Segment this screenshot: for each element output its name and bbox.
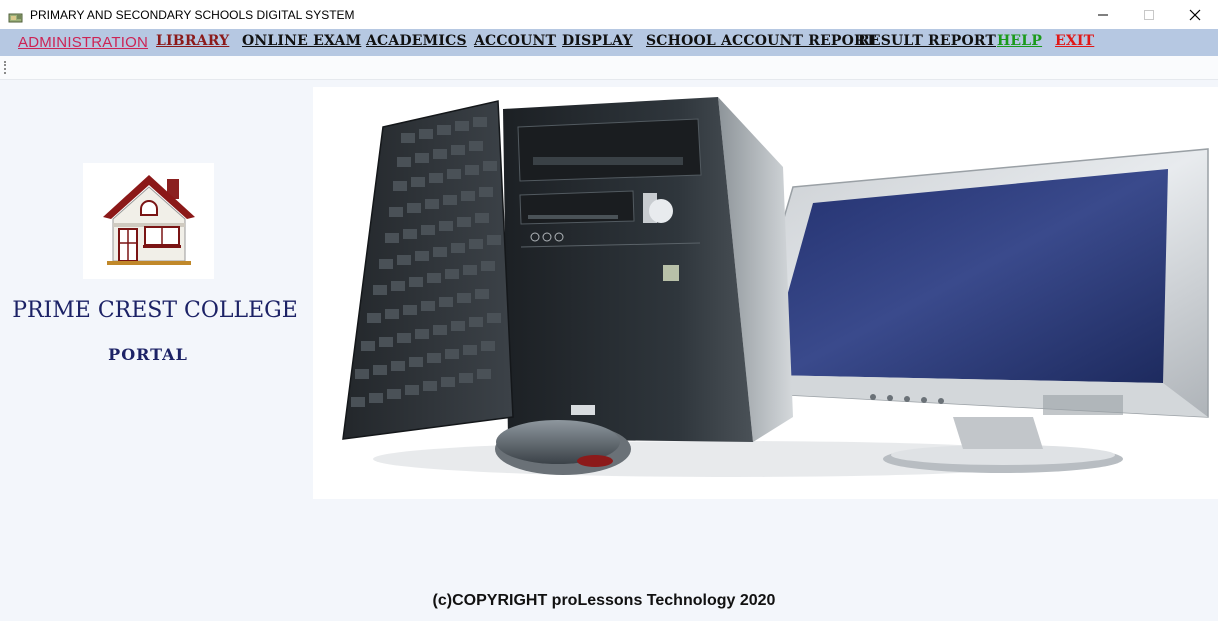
close-icon (1189, 9, 1201, 20)
maximize-icon (1144, 9, 1154, 20)
menu-help[interactable]: HELP (997, 33, 1042, 49)
menu-school-account-report[interactable]: SCHOOL ACCOUNT REPORT (646, 33, 876, 49)
app-icon (8, 9, 24, 22)
menu-display[interactable]: DISPLAY (562, 33, 633, 49)
copyright-label: (c)COPYRIGHT proLessons Technology 2020 (432, 592, 776, 609)
toolbar (0, 56, 1218, 80)
title-bar: PRIMARY AND SECONDARY SCHOOLS DIGITAL SY… (0, 0, 1218, 29)
menu-result-report[interactable]: RESULT REPORT (858, 33, 996, 49)
window-controls (1080, 0, 1218, 29)
menu-exit[interactable]: EXIT (1055, 33, 1094, 49)
portal-label: PORTAL (108, 345, 188, 364)
minimize-button[interactable] (1080, 0, 1126, 29)
house-icon (103, 175, 195, 265)
menu-account[interactable]: ACCOUNT (474, 33, 556, 49)
maximize-button[interactable] (1126, 0, 1172, 29)
toolbar-grip[interactable] (4, 61, 6, 74)
window-title: PRIMARY AND SECONDARY SCHOOLS DIGITAL SY… (30, 7, 355, 22)
desktop-computer-image (342, 97, 1209, 477)
copyright-text: (c)COPYRIGHT proLessons Technology 2020 (0, 592, 1218, 610)
hero-image (313, 87, 1218, 499)
college-name: PRIME CREST COLLEGE (12, 298, 298, 323)
minimize-icon (1098, 14, 1108, 15)
menu-academics[interactable]: ACADEMICS (366, 33, 467, 49)
menu-administration[interactable]: ADMINISTRATION (18, 34, 148, 51)
menu-library[interactable]: LIBRARY (156, 33, 229, 49)
college-logo (83, 163, 214, 279)
close-button[interactable] (1172, 0, 1218, 29)
menu-bar: ADMINISTRATION LIBRARY ONLINE EXAM ACADE… (0, 29, 1218, 56)
menu-online-exam[interactable]: ONLINE EXAM (242, 33, 361, 49)
